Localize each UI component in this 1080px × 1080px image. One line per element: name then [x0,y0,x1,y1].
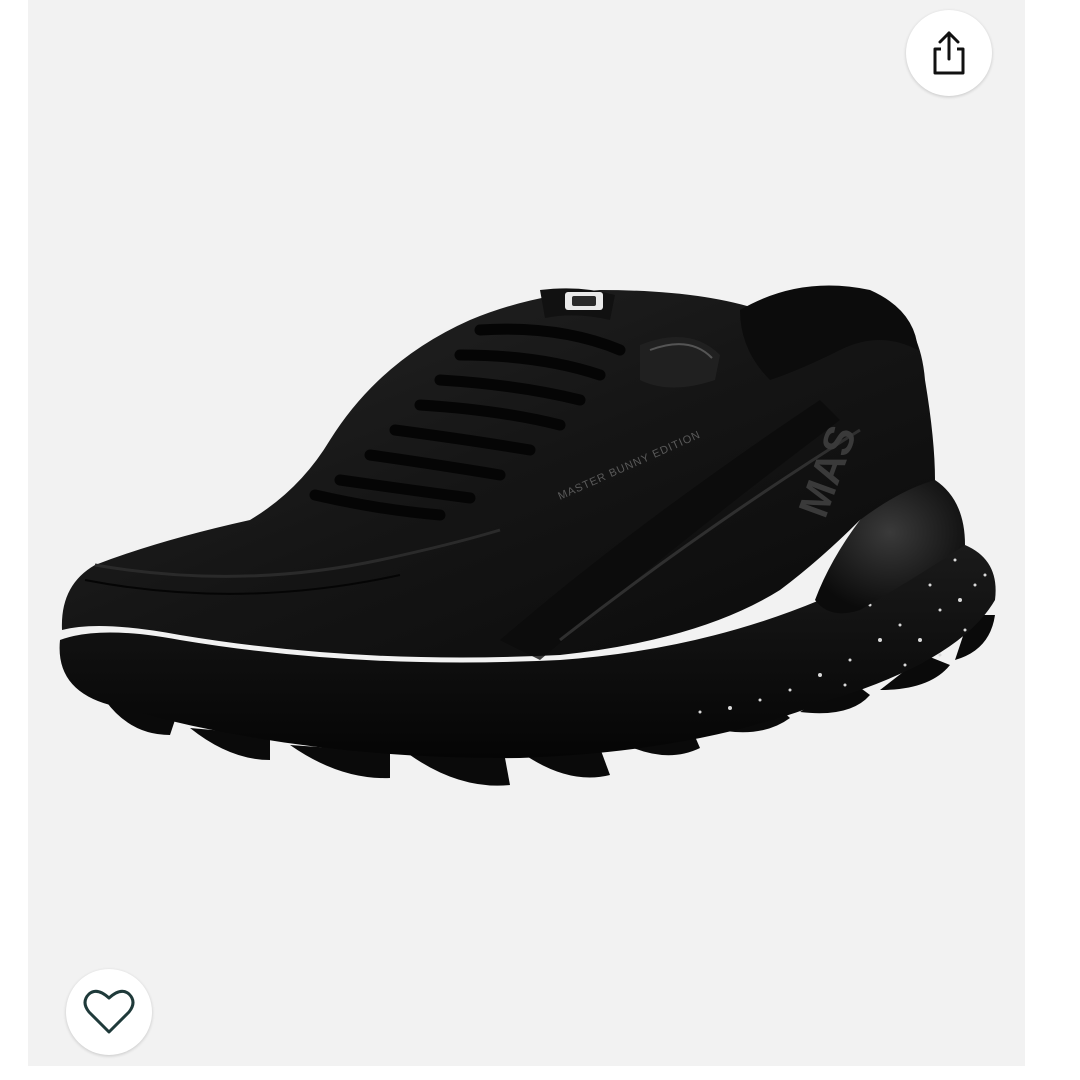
wishlist-button[interactable] [66,969,152,1055]
share-icon [927,29,971,77]
heart-outline-icon [83,988,135,1036]
share-button[interactable] [906,10,992,96]
product-image: MASTER BUNNY EDITION MAS [59,285,996,786]
